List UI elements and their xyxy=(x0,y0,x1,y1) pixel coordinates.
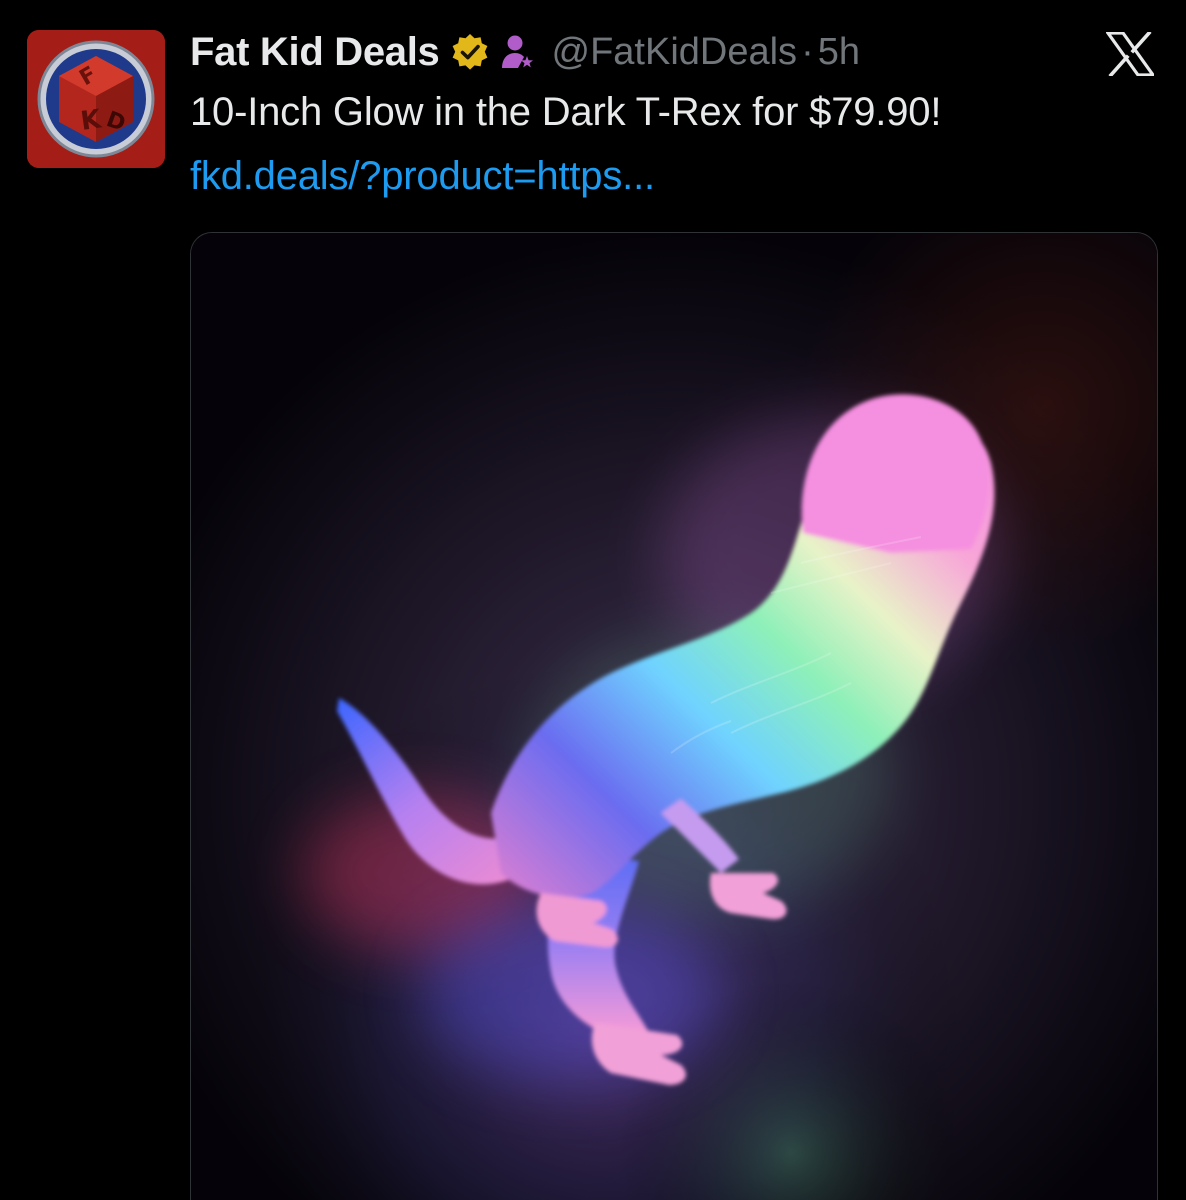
tweet-card[interactable]: K D F Fat Kid Deals @FatKidDeals · 5h 10… xyxy=(0,0,1186,1200)
timestamp[interactable]: 5h xyxy=(818,31,860,74)
verified-badge-icon[interactable] xyxy=(450,32,490,72)
separator-dot: · xyxy=(801,30,814,73)
avatar[interactable]: K D F xyxy=(27,30,165,168)
x-logo-icon[interactable] xyxy=(1104,30,1157,78)
media-image[interactable] xyxy=(190,232,1158,1200)
affiliate-badge-icon[interactable] xyxy=(500,32,536,72)
trex-photo xyxy=(191,233,1157,1200)
fkd-logo-icon: K D F xyxy=(27,30,165,168)
tweet-text: 10-Inch Glow in the Dark T-Rex for $79.9… xyxy=(190,90,942,134)
tweet-header: Fat Kid Deals @FatKidDeals · 5h xyxy=(190,26,860,78)
tweet-link[interactable]: fkd.deals/?product=https... xyxy=(190,154,655,199)
handle[interactable]: @FatKidDeals xyxy=(552,31,798,74)
display-name[interactable]: Fat Kid Deals xyxy=(190,30,440,75)
